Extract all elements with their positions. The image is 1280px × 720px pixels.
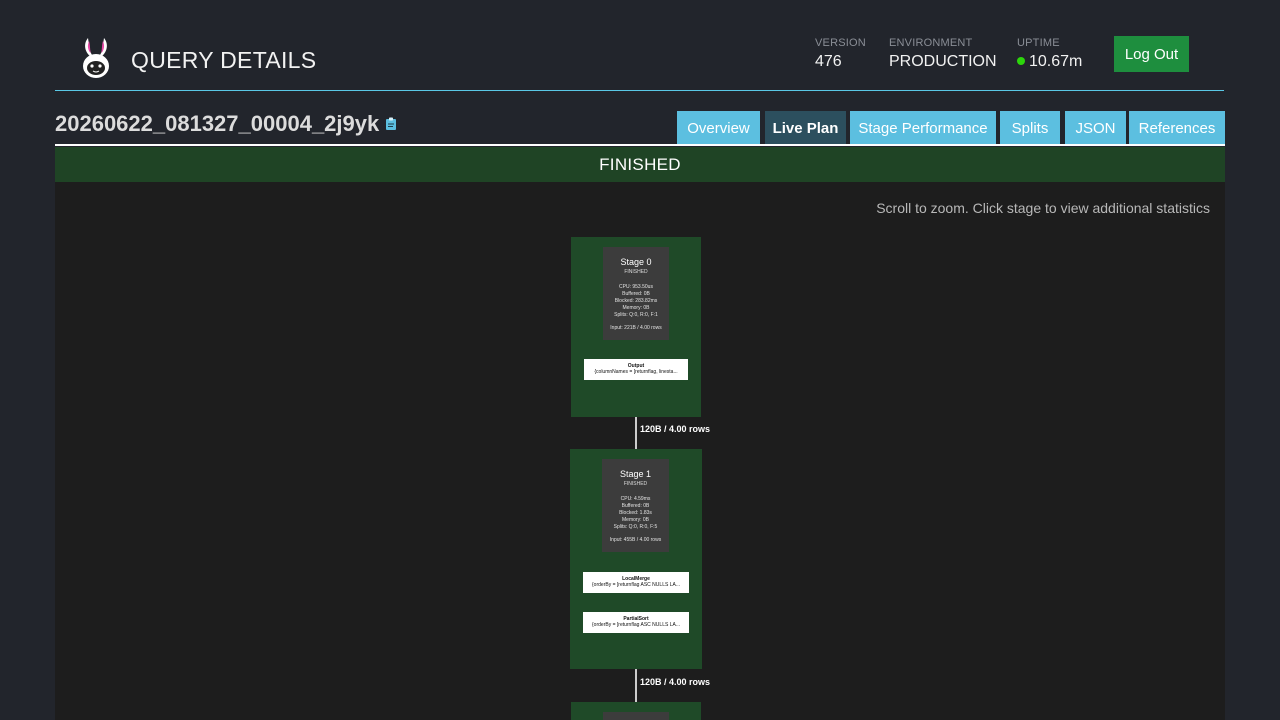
uptime-value: 10.67m (1029, 53, 1083, 70)
uptime-stat: UPTIME 10.67m (1017, 37, 1082, 71)
version-stat: VERSION 476 (815, 37, 866, 71)
stage-1-summary[interactable]: Stage 1 FINISHED CPU: 4.59ms Buffered: 0… (602, 459, 669, 552)
live-plan-canvas[interactable]: Scroll to zoom. Click stage to view addi… (55, 182, 1225, 720)
log-out-button[interactable]: Log Out (1114, 36, 1189, 72)
version-value: 476 (815, 53, 842, 70)
clipboard-icon[interactable] (385, 117, 397, 131)
stage-1[interactable]: Stage 1 FINISHED CPU: 4.59ms Buffered: 0… (570, 449, 702, 669)
tab-json[interactable]: JSON (1065, 111, 1126, 145)
page-title: QUERY DETAILS (131, 47, 317, 73)
tab-overview[interactable]: Overview (677, 111, 760, 145)
status-dot-icon (1017, 57, 1025, 65)
stage-0[interactable]: Stage 0 FINISHED CPU: 953.50us Buffered:… (571, 237, 701, 417)
stage-0-input: Input: 221B / 4.00 rows (610, 325, 662, 331)
bunny-logo-icon (83, 38, 109, 78)
operator-partialsort[interactable]: PartialSort {orderBy = [returnflag ASC N… (583, 612, 689, 633)
operator-localmerge[interactable]: LocalMerge {orderBy = [returnflag ASC NU… (583, 572, 689, 593)
tab-underline (55, 144, 1225, 146)
uptime-label: UPTIME (1017, 37, 1060, 49)
operator-output[interactable]: Output {columnNames = [returnflag, lines… (584, 359, 688, 380)
environment-stat: ENVIRONMENT PRODUCTION (889, 37, 997, 71)
edge-label: 120B / 4.00 rows (640, 677, 711, 687)
stage-2[interactable] (571, 702, 701, 720)
stage-0-stats: CPU: 953.50us Buffered: 0B Blocked: 283.… (614, 284, 658, 318)
query-status-bar: FINISHED (55, 147, 1225, 182)
version-label: VERSION (815, 37, 866, 49)
environment-value: PRODUCTION (889, 53, 997, 70)
stage-0-title: Stage 0 (620, 257, 652, 267)
tab-references[interactable]: References (1129, 111, 1225, 145)
query-id: 20260622_081327_00004_2j9yk (55, 111, 397, 137)
stage-2-summary[interactable] (603, 712, 669, 720)
header: QUERY DETAILS VERSION 476 ENVIRONMENT PR… (55, 0, 1224, 91)
stage-0-state: FINISHED (624, 269, 648, 275)
tab-splits[interactable]: Splits (1000, 111, 1060, 145)
environment-label: ENVIRONMENT (889, 37, 973, 49)
stage-0-summary[interactable]: Stage 0 FINISHED CPU: 953.50us Buffered:… (603, 247, 669, 340)
stage-1-state: FINISHED (623, 481, 648, 487)
query-id-text: 20260622_081327_00004_2j9yk (55, 111, 380, 136)
edge-label: 120B / 4.00 rows (640, 424, 711, 434)
stage-1-stats: CPU: 4.59ms Buffered: 0B Blocked: 1.83s … (613, 496, 658, 530)
stage-1-title: Stage 1 (619, 469, 652, 479)
tab-stage-performance[interactable]: Stage Performance (850, 111, 996, 145)
stage-1-input: Input: 455B / 4.00 rows (609, 537, 662, 543)
tab-live-plan[interactable]: Live Plan (765, 111, 846, 145)
